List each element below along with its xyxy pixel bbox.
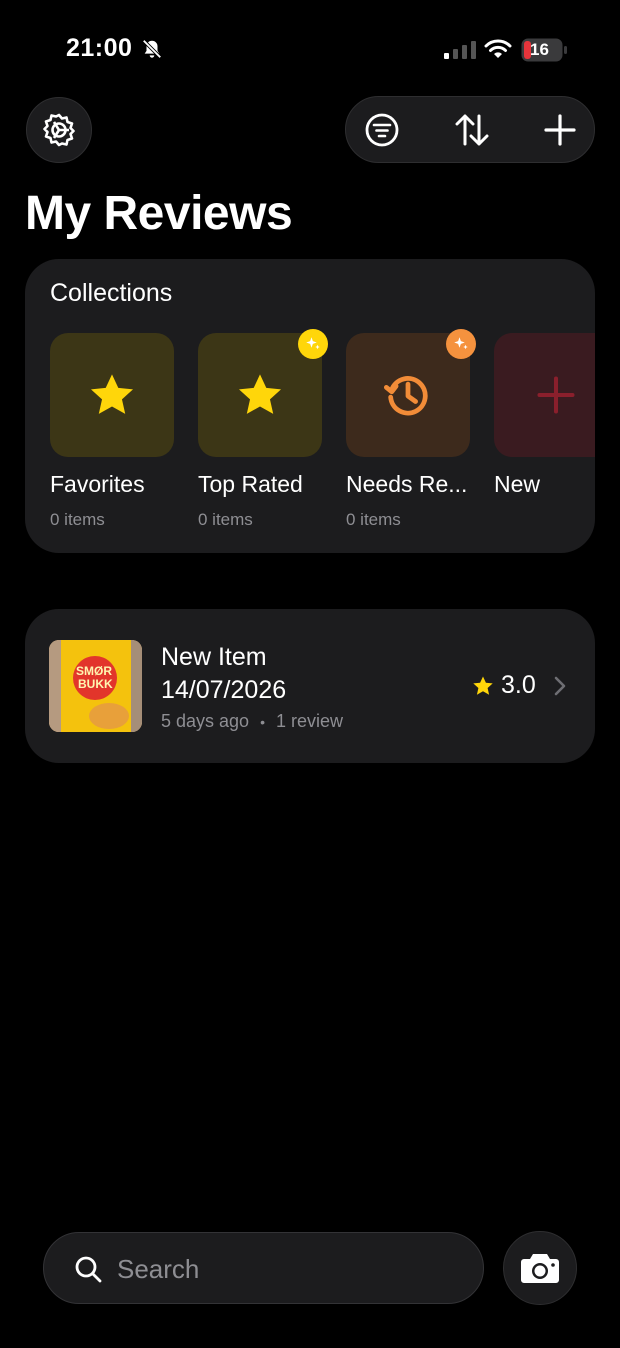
filter-icon[interactable] — [363, 111, 401, 149]
sparkle-badge — [298, 329, 328, 359]
star-icon — [90, 374, 134, 414]
plus-icon[interactable] — [541, 111, 579, 149]
camera-button[interactable] — [503, 1231, 577, 1305]
history-icon — [383, 376, 428, 416]
bell-muted-icon — [142, 39, 162, 59]
collection-new[interactable]: New — [494, 333, 595, 498]
plus-icon — [537, 376, 575, 414]
item-rating: 3.0 — [471, 671, 536, 700]
review-item-row[interactable]: SMØR BUKK New Item 14/07/2026 5 days ago… — [25, 609, 595, 763]
chevron-right-icon — [554, 676, 566, 696]
status-time: 21:00 — [66, 34, 133, 62]
collection-name: Needs Re... — [346, 471, 468, 497]
collections-card: Collections Favorites 0 items Top Rated … — [25, 259, 595, 553]
battery-level: 16 — [530, 40, 549, 59]
thumb-label-line1: SMØR — [76, 664, 112, 678]
item-thumbnail: SMØR BUKK — [49, 640, 142, 732]
item-title: New Item 14/07/2026 — [161, 641, 286, 707]
settings-button[interactable] — [26, 97, 92, 163]
collection-needs-review[interactable]: Needs Re... 0 items — [346, 329, 476, 530]
collection-count: 0 items — [198, 510, 253, 529]
rating-value: 3.0 — [501, 671, 536, 699]
camera-icon — [521, 1254, 559, 1283]
collection-tile — [494, 333, 595, 457]
battery-indicator: 16 — [521, 38, 567, 62]
collections-heading: Collections — [50, 279, 173, 307]
signal-icon — [444, 41, 476, 59]
collection-count: 0 items — [346, 510, 401, 529]
gear-icon — [43, 113, 75, 147]
star-icon — [473, 676, 493, 695]
collection-count: 0 items — [50, 510, 105, 529]
sort-arrows-icon[interactable] — [453, 111, 491, 149]
sparkle-icon — [306, 337, 320, 350]
collection-tile — [50, 333, 174, 457]
search-icon — [75, 1256, 102, 1283]
item-time-ago: 5 days ago — [161, 711, 250, 731]
item-meta: 5 days ago • 1 review — [161, 711, 343, 732]
sparkle-badge — [446, 329, 476, 359]
search-bar — [43, 1232, 484, 1304]
collection-tile — [346, 329, 476, 457]
item-review-count: 1 review — [276, 711, 344, 731]
wifi-icon — [484, 39, 512, 58]
item-title-line1: New Item — [161, 643, 267, 671]
star-icon — [238, 374, 282, 414]
toolbar — [345, 96, 595, 163]
search-input[interactable] — [115, 1247, 459, 1291]
collection-top-rated[interactable]: Top Rated 0 items — [198, 329, 328, 530]
collection-name: Favorites — [50, 471, 145, 497]
collection-name: Top Rated — [198, 471, 303, 497]
meta-separator: • — [260, 714, 265, 730]
collection-tile — [198, 329, 328, 457]
page-title: My Reviews — [25, 187, 293, 240]
item-title-line2: 14/07/2026 — [161, 676, 287, 704]
sparkle-icon — [454, 337, 468, 350]
collection-favorites[interactable]: Favorites 0 items — [50, 333, 174, 530]
thumb-label-line2: BUKK — [78, 677, 113, 691]
collection-name: New — [494, 471, 541, 497]
